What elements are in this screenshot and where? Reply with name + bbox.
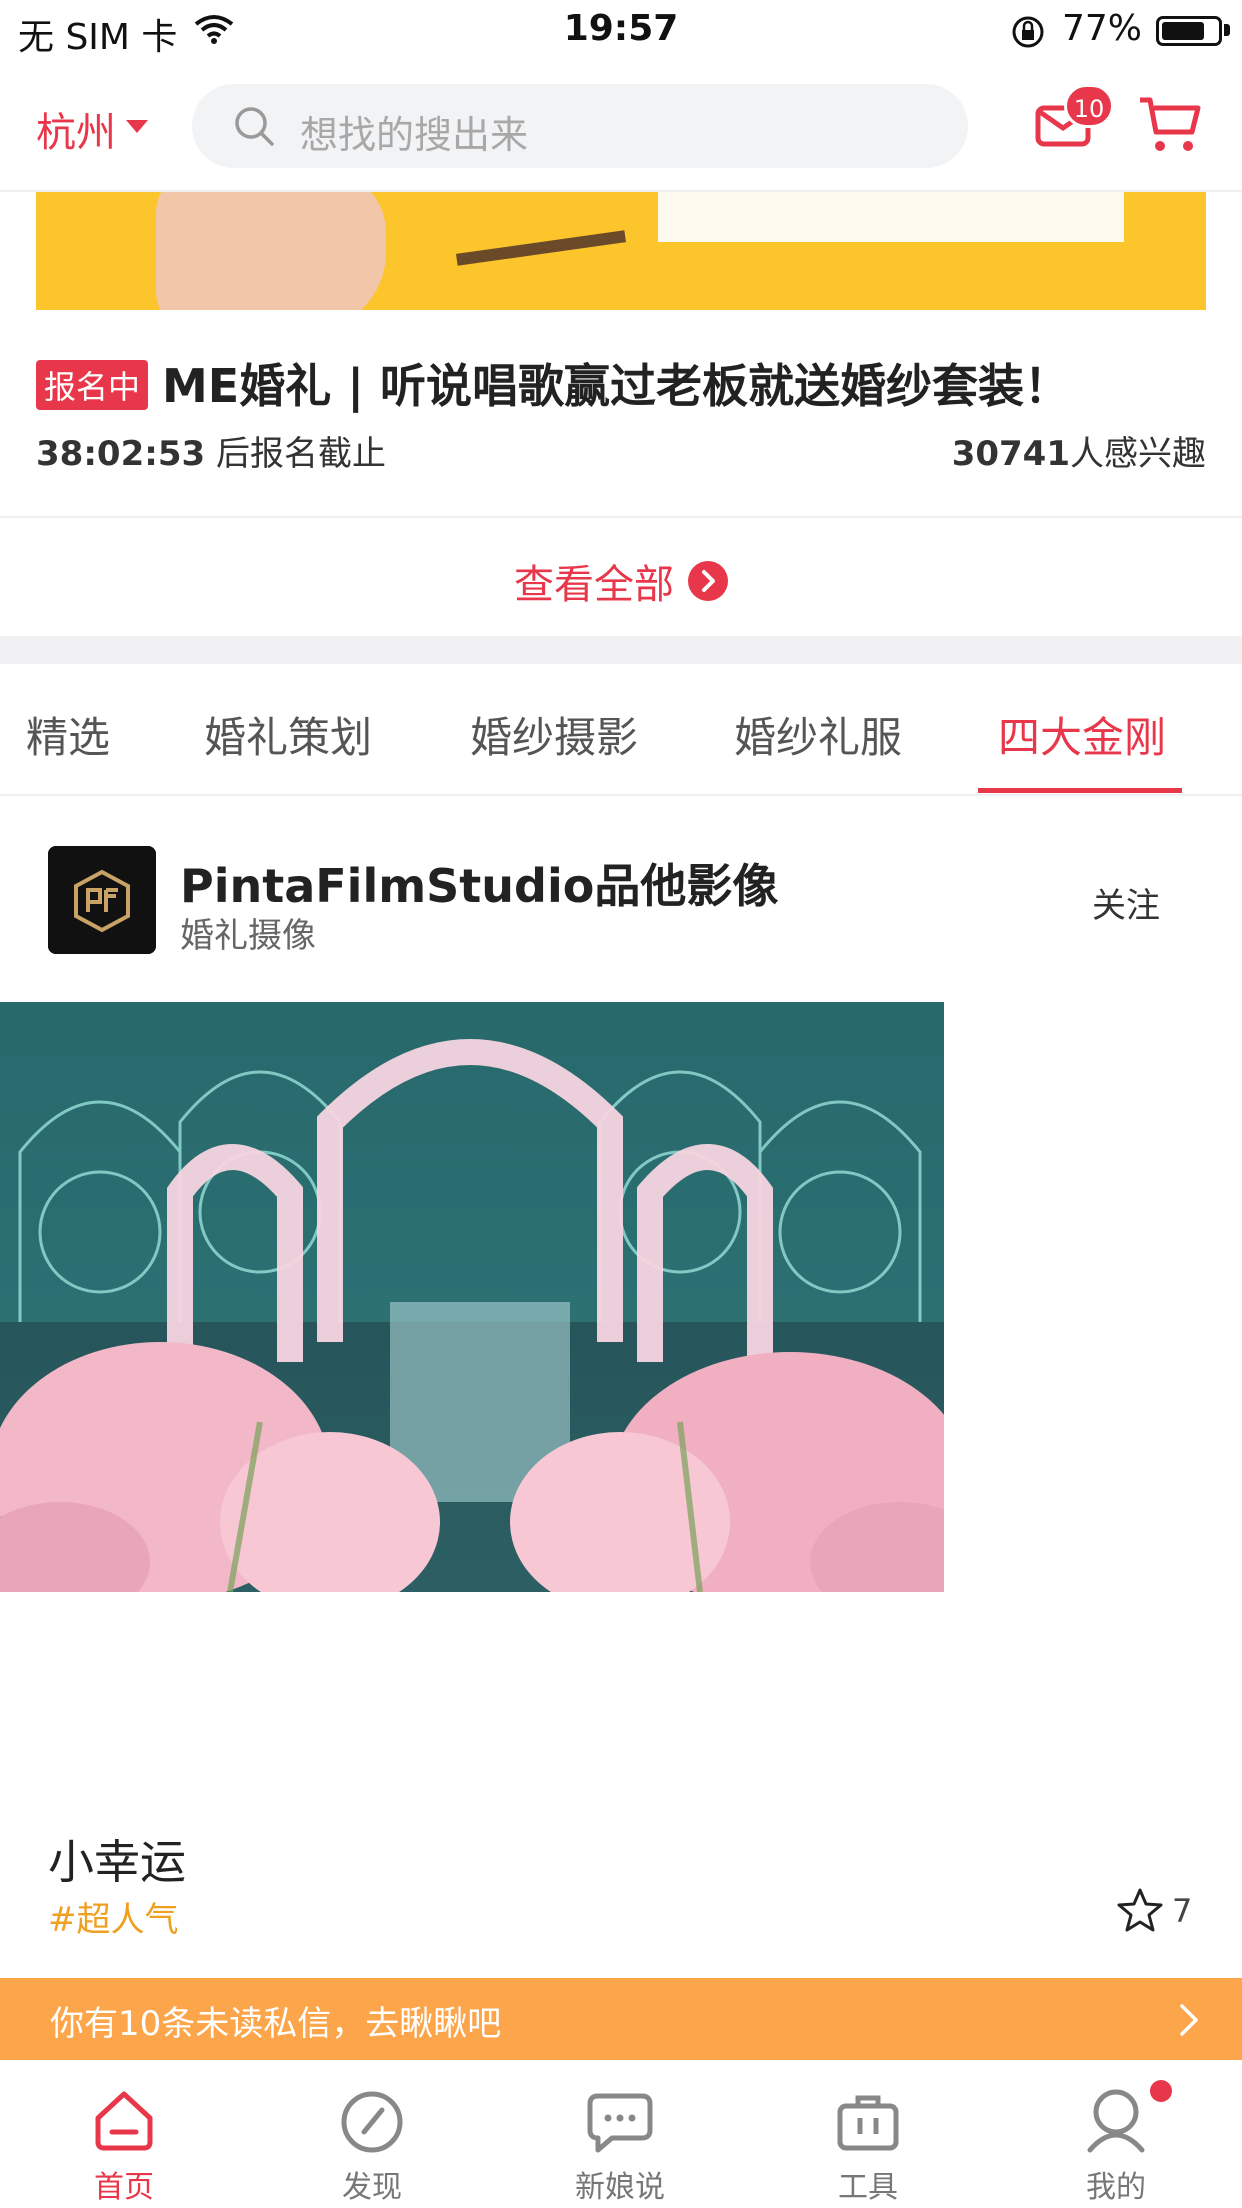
view-all-button[interactable]: 查看全部 — [0, 518, 1242, 636]
tab-wedding-dress[interactable]: 婚纱礼服 — [734, 704, 902, 765]
category-tabs: 精选 婚礼策划 婚纱摄影 婚纱礼服 四大金刚 — [0, 664, 1242, 796]
battery-icon — [1156, 16, 1222, 46]
tabbar-discover[interactable]: 发现 — [292, 2060, 452, 2208]
tabbar-tools[interactable]: 工具 — [788, 2060, 948, 2208]
cart-icon[interactable] — [1136, 92, 1204, 156]
follow-button[interactable]: 关注 — [1092, 878, 1160, 927]
chat-bubble-icon — [587, 2093, 653, 2153]
search-placeholder: 想找的搜出来 — [300, 113, 529, 157]
studio-category: 婚礼摄像 — [180, 916, 316, 956]
event-title[interactable]: 报名中 ME婚礼 | 听说唱歌赢过老板就送婚纱套装！ — [36, 350, 1070, 416]
tabbar-profile-label: 我的 — [1086, 2170, 1146, 2205]
event-status-tag: 报名中 — [36, 360, 149, 410]
bottom-tab-bar: 首页 发现 新娘说 工具 我的 — [0, 2060, 1242, 2208]
search-icon — [235, 107, 274, 146]
post-hashtag[interactable]: #超人气 — [48, 1892, 179, 1941]
studio-name[interactable]: PintaFilmStudio品他影像 — [180, 850, 778, 916]
toolbox-icon — [837, 2095, 899, 2151]
event-interest-count: 30741人感兴趣 — [951, 434, 1206, 474]
status-bar: 无 SIM 卡 19:57 77% — [0, 0, 1242, 62]
search-input[interactable]: 想找的搜出来 — [192, 84, 968, 168]
studio-avatar[interactable] — [48, 846, 156, 954]
home-icon — [95, 2091, 153, 2151]
post-title[interactable]: 小幸运 — [48, 1826, 186, 1892]
tab-wedding-planning[interactable]: 婚礼策划 — [204, 704, 372, 765]
clock: 19:57 — [563, 8, 679, 49]
like-count: 7 — [1172, 1892, 1193, 1930]
tabbar-home[interactable]: 首页 — [44, 2060, 204, 2208]
message-count-badge: 10 — [1064, 84, 1114, 128]
event-banner-image[interactable] — [36, 192, 1206, 310]
chevron-right-circle-icon — [688, 561, 728, 601]
chevron-down-icon[interactable] — [126, 120, 148, 133]
wedding-stage-photo — [0, 1002, 944, 1592]
battery-percent: 77% — [1061, 8, 1142, 49]
section-gap — [0, 636, 1242, 664]
tabbar-tools-label: 工具 — [838, 2170, 898, 2205]
profile-icon — [1087, 2089, 1145, 2153]
active-tab-indicator — [978, 788, 1182, 793]
unread-messages-toast[interactable]: 你有10条未读私信，去瞅瞅吧 — [0, 1978, 1242, 2060]
view-all-label: 查看全部 — [514, 562, 674, 608]
toast-text: 你有10条未读私信，去瞅瞅吧 — [50, 2004, 502, 2044]
studio-logo-icon — [48, 846, 156, 954]
tabbar-discover-label: 发现 — [342, 2170, 402, 2205]
star-icon[interactable] — [1116, 1886, 1164, 1934]
discover-icon — [341, 2091, 403, 2153]
post-photo[interactable] — [0, 1002, 944, 1592]
tabbar-bride-talk-label: 新娘说 — [575, 2170, 665, 2205]
rotation-lock-icon — [1012, 16, 1044, 48]
tab-wedding-photography[interactable]: 婚纱摄影 — [470, 704, 638, 765]
battery-tip — [1224, 24, 1230, 36]
profile-notification-dot — [1150, 2080, 1172, 2102]
city-selector[interactable]: 杭州 — [36, 100, 116, 158]
tab-jingxuan[interactable]: 精选 — [26, 704, 110, 765]
tab-four-vendors[interactable]: 四大金刚 — [998, 704, 1166, 765]
tabbar-profile[interactable]: 我的 — [1036, 2060, 1196, 2208]
tabbar-bride-talk[interactable]: 新娘说 — [540, 2060, 700, 2208]
event-countdown: 38:02:53 后报名截止 — [36, 434, 386, 474]
chevron-right-icon — [1180, 2004, 1198, 2036]
top-header: 杭州 想找的搜出来 10 — [0, 62, 1242, 192]
tabbar-home-label: 首页 — [94, 2170, 154, 2205]
